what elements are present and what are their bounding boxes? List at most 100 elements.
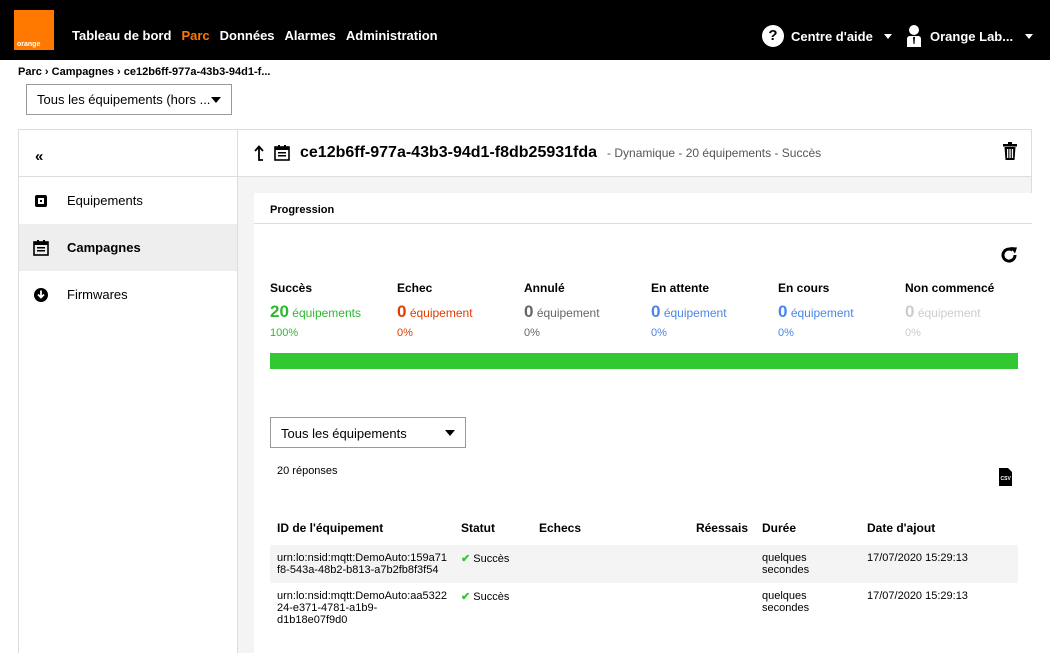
nav-item[interactable]: Administration xyxy=(346,28,438,43)
id-line: urn:lo:nsid:mqtt:DemoAuto:159a71 xyxy=(277,552,447,564)
stat-percent: 0% xyxy=(778,327,794,339)
nav-item[interactable]: Tableau de bord xyxy=(72,28,171,43)
stat-count-unit: équipement xyxy=(790,306,854,320)
stat-count: 0 équipement xyxy=(397,302,524,322)
back-up-icon[interactable] xyxy=(254,145,264,161)
stat-label: Non commencé xyxy=(905,281,995,295)
chevron-down-icon xyxy=(883,33,892,39)
download-icon xyxy=(33,287,49,303)
csv-export-icon[interactable]: CSV xyxy=(999,468,1012,486)
stat-count-unit: équipement xyxy=(917,306,981,320)
panel-title: Progression xyxy=(254,193,1032,224)
stat-count-unit: équipements xyxy=(292,306,361,320)
stat-count-unit: équipement xyxy=(409,306,473,320)
user-icon xyxy=(907,25,921,47)
column-header[interactable]: ID de l'équipement xyxy=(270,511,454,545)
column-header[interactable]: Réessais xyxy=(612,511,755,545)
stat-label: Succès xyxy=(270,281,313,295)
date-cell: 17/07/2020 15:29:13 xyxy=(867,590,968,602)
stat-count: 0 équipement xyxy=(778,302,905,322)
stat-count-number: 0 xyxy=(778,302,788,321)
duration-cell: quelques secondes xyxy=(762,590,810,614)
sidebar-item-equipements[interactable]: Equipements xyxy=(19,177,237,224)
stat-count: 20 équipements xyxy=(270,302,397,322)
campaign-meta: - Dynamique - 20 équipements - Succès xyxy=(607,146,822,160)
filter-value: Tous les équipements xyxy=(281,426,407,441)
status-text: Succès xyxy=(473,591,510,603)
sidebar-item-label: Campagnes xyxy=(67,240,141,255)
chevron-down-icon xyxy=(1025,33,1034,39)
stat-column: Annulé 0 équipement 0% xyxy=(524,281,651,339)
stat-percent: 0% xyxy=(524,327,540,339)
responses-count: 20 réponses xyxy=(277,465,338,477)
sidebar-item-label: Equipements xyxy=(67,193,143,208)
id-line: d1b18e07f9d0 xyxy=(277,614,348,626)
id-line: urn:lo:nsid:mqtt:DemoAuto:aa5322 xyxy=(277,590,447,602)
refresh-icon[interactable] xyxy=(1000,246,1018,264)
sidebar-item-firmwares[interactable]: Firmwares xyxy=(19,271,237,318)
column-header[interactable]: Date d'ajout xyxy=(860,511,1018,545)
stat-label: Annulé xyxy=(524,281,565,295)
table-row[interactable]: urn:lo:nsid:mqtt:DemoAuto:aa5322 24-e371-… xyxy=(270,583,1018,633)
sidebar-item-label: Firmwares xyxy=(67,287,128,302)
status-cell: ✔ Succès xyxy=(454,545,532,583)
chip-icon xyxy=(33,193,49,209)
stat-count-unit: équipement xyxy=(663,306,727,320)
stat-column: Succès 20 équipements 100% xyxy=(270,281,397,339)
column-header[interactable]: Durée xyxy=(755,511,860,545)
campaign-name: ce12b6ff-977a-43b3-94d1-f8db25931fda xyxy=(300,144,598,161)
equipment-scope-select[interactable]: Tous les équipements (hors ... xyxy=(26,84,232,115)
table-row[interactable]: urn:lo:nsid:mqtt:DemoAuto:159a71 f8-543a-… xyxy=(270,545,1018,583)
top-navbar: orange Tableau de bord Parc Données Alar… xyxy=(0,0,1050,60)
calendar-icon xyxy=(33,239,49,256)
help-label: Centre d'aide xyxy=(791,28,873,44)
failures-cell xyxy=(532,583,612,633)
check-icon: ✔ xyxy=(461,553,471,565)
caret-down-icon xyxy=(445,430,455,436)
device-id-cell[interactable]: urn:lo:nsid:mqtt:DemoAuto:159a71 f8-543a-… xyxy=(270,545,454,583)
devices-table: ID de l'équipement Statut Echecs Réessai… xyxy=(270,511,1018,633)
main-nav: Tableau de bord Parc Données Alarmes Adm… xyxy=(72,28,438,43)
stat-label: En cours xyxy=(778,281,830,295)
user-label: Orange Lab... xyxy=(930,28,1014,44)
main-content: ce12b6ff-977a-43b3-94d1-f8db25931fda - D… xyxy=(238,129,1032,654)
column-header[interactable]: Echecs xyxy=(532,511,612,545)
date-cell: 17/07/2020 15:29:13 xyxy=(860,545,1018,583)
stat-count: 0 équipement xyxy=(524,302,651,322)
nav-item[interactable]: Données xyxy=(220,28,275,43)
retries-cell xyxy=(612,583,755,633)
sidebar: « Equipements Campagnes Firmwares xyxy=(18,129,238,653)
table-header-row: ID de l'équipement Statut Echecs Réessai… xyxy=(270,511,1018,545)
stat-label: Echec xyxy=(397,281,433,295)
nav-item[interactable]: Alarmes xyxy=(285,28,336,43)
stat-count-number: 0 xyxy=(397,302,407,321)
progress-panel: Progression Succès 20 équipements 100% Eche… xyxy=(254,193,1032,654)
user-menu[interactable]: Orange Lab... xyxy=(906,25,1034,47)
stat-count-number: 0 xyxy=(905,302,915,321)
stat-column: En cours 0 équipement 0% xyxy=(778,281,905,339)
stat-count: 0 équipement xyxy=(905,302,1032,322)
collapse-sidebar-button[interactable]: « xyxy=(19,130,237,177)
retries-cell xyxy=(612,545,755,583)
stat-column: Non commencé 0 équipement 0% xyxy=(905,281,1032,339)
stat-count-number: 0 xyxy=(651,302,661,321)
stat-percent: 100% xyxy=(270,327,299,339)
failures-cell xyxy=(532,545,612,583)
orange-logo[interactable]: orange xyxy=(14,10,54,50)
help-center-menu[interactable]: ? Centre d'aide xyxy=(762,25,892,47)
trash-icon[interactable] xyxy=(1003,142,1017,160)
status-filter-select[interactable]: Tous les équipements xyxy=(270,417,466,448)
progress-bar xyxy=(270,353,1018,369)
column-header[interactable]: Statut xyxy=(454,511,532,545)
caret-down-icon xyxy=(211,97,221,103)
stat-percent: 0% xyxy=(651,327,667,339)
duration-cell: quelques secondes xyxy=(755,545,860,583)
stat-percent: 0% xyxy=(905,327,921,339)
campaign-header: ce12b6ff-977a-43b3-94d1-f8db25931fda - D… xyxy=(238,130,1031,177)
check-icon: ✔ xyxy=(461,591,471,603)
breadcrumb[interactable]: Parc › Campagnes › ce12b6ff-977a-43b3-94… xyxy=(18,66,271,78)
sidebar-item-campagnes[interactable]: Campagnes xyxy=(19,224,237,271)
nav-item[interactable]: Parc xyxy=(181,28,209,43)
question-icon: ? xyxy=(762,25,784,47)
device-id-cell[interactable]: urn:lo:nsid:mqtt:DemoAuto:aa5322 24-e371-… xyxy=(270,583,454,633)
